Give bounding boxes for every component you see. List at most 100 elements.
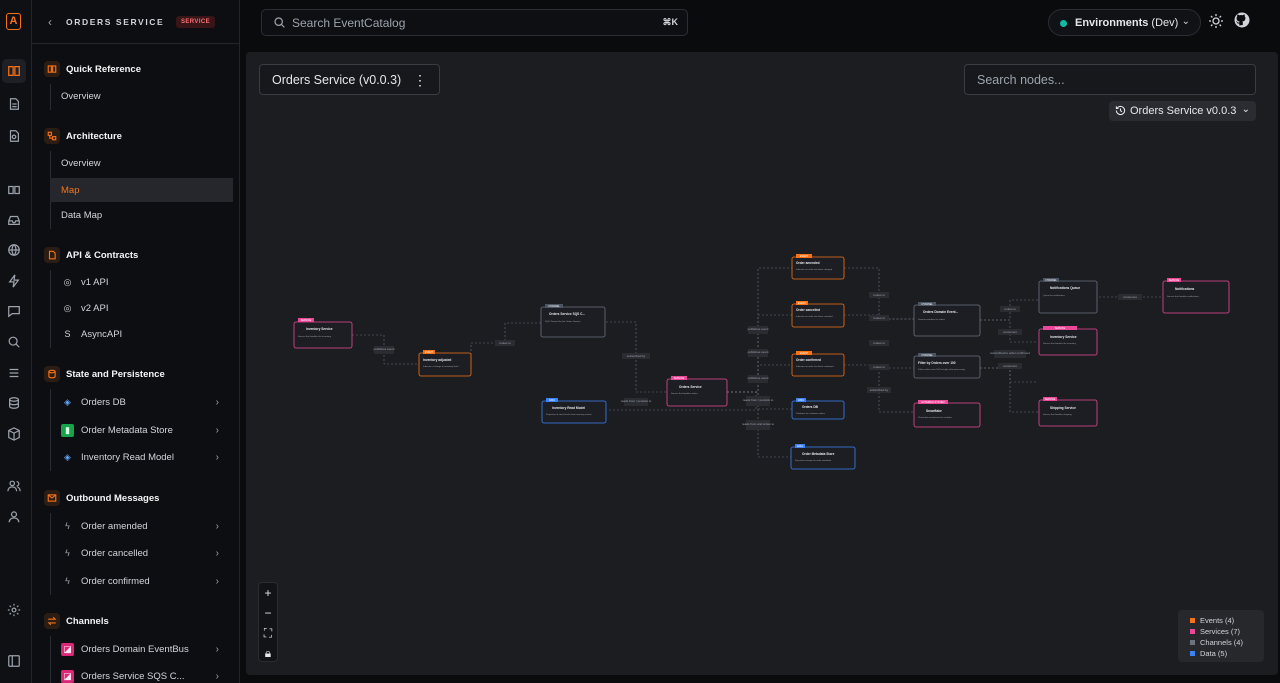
globe-icon[interactable] bbox=[7, 243, 21, 257]
nav-architecture-overview[interactable]: Overview bbox=[50, 151, 233, 175]
node-order-cancelled[interactable]: EVENT Order cancelled Indicates an order h… bbox=[791, 301, 845, 328]
node-order-metadata-store[interactable]: DATA Order Metadata Store Key-value storag… bbox=[790, 444, 856, 470]
github-icon[interactable] bbox=[1234, 12, 1252, 30]
sidebar-toggle-icon[interactable] bbox=[7, 654, 21, 668]
node-inventory-read-model[interactable]: DATA Inventory Read Model Projection of st… bbox=[541, 398, 607, 424]
version-label: Orders Service v0.0.3 bbox=[1130, 105, 1237, 117]
nav-asyncapi[interactable]: S AsyncAPI bbox=[50, 322, 233, 346]
legend-label: Channels (4) bbox=[1200, 638, 1243, 647]
zoom-controls: + − ⛶ 🔒︎ bbox=[258, 582, 278, 662]
nav-v1-api[interactable]: ◎ v1 API bbox=[50, 270, 233, 294]
chevron-down-icon: ⌄ bbox=[1241, 104, 1250, 115]
nav-quick-overview[interactable]: Overview bbox=[50, 84, 233, 108]
section-label: Channels bbox=[66, 615, 109, 627]
section-label: Outbound Messages bbox=[66, 492, 160, 504]
document-icon[interactable] bbox=[7, 97, 21, 111]
node-filter-orders-over-100[interactable]: CHANNEL Filter by Orders over 100 Filters … bbox=[913, 353, 981, 379]
node-desc: Indicates an order has been canceled bbox=[796, 315, 833, 318]
node-orders-sqs-channel[interactable]: CHANNEL Orders Service SQS C... SQS Channe… bbox=[540, 304, 606, 338]
node-notifications[interactable]: SERVICE Notifications Service that handles… bbox=[1162, 278, 1230, 314]
sidebar: ‹ ORDERS SERVICE SERVICE Quick Reference… bbox=[32, 0, 240, 683]
section-channels: Channels bbox=[44, 611, 109, 631]
node-orders-db[interactable]: DATA Orders DB Database for customer order… bbox=[791, 398, 845, 420]
node-badge: CHANNEL bbox=[921, 303, 933, 306]
edge-label: subscribed by bbox=[870, 388, 889, 392]
node-shipping-service[interactable]: SERVICE Shipping Service Service that hand… bbox=[1038, 397, 1098, 427]
message-icon[interactable] bbox=[7, 304, 21, 318]
node-title: Inventory Service bbox=[306, 327, 333, 331]
node-orders-domain-eventbus[interactable]: CHANNEL Orders Domain Event... Domain even… bbox=[913, 302, 981, 337]
book-icon[interactable] bbox=[2, 59, 26, 83]
node-desc: Indicates a change in inventory level bbox=[423, 365, 459, 368]
node-inventory-service-right[interactable]: SERVICE Inventory Service Service that han… bbox=[1038, 326, 1098, 356]
node-notifications-queue[interactable]: CHANNEL Notifications Queue Queue for noti… bbox=[1038, 278, 1098, 314]
inbox-icon[interactable] bbox=[7, 213, 21, 227]
node-desc: Service that handles orders bbox=[671, 392, 699, 395]
eventcatalog-logo[interactable]: A bbox=[6, 13, 21, 30]
more-vertical-icon[interactable]: ⋮ bbox=[413, 72, 427, 89]
nav-order-amended[interactable]: ϟ Order amended › bbox=[50, 514, 233, 538]
postgres-icon: ◈ bbox=[64, 451, 71, 462]
chevron-right-icon: › bbox=[215, 451, 219, 463]
node-title: Notifications bbox=[1175, 287, 1195, 291]
nav-inventory-read-model[interactable]: ◈ Inventory Read Model › bbox=[50, 445, 233, 469]
nav-label: Inventory Read Model bbox=[81, 451, 174, 463]
service-version-title[interactable]: Orders Service (v0.0.3) ⋮ bbox=[259, 64, 440, 95]
legend-item[interactable]: Data (5) bbox=[1190, 648, 1264, 659]
node-desc: Cloud data warehouse for analytics bbox=[918, 416, 953, 419]
nav-order-confirmed[interactable]: ϟ Order confirmed › bbox=[50, 569, 233, 593]
node-inventory-service-left[interactable]: SERVICE Inventory Service Service that han… bbox=[293, 318, 353, 349]
legend-item[interactable]: Channels (4) bbox=[1190, 637, 1264, 648]
nav-orders-sqs-channel[interactable]: ◪ Orders Service SQS C... › bbox=[50, 664, 233, 683]
node-order-confirmed[interactable]: EVENT Order confirmed Indicates an order h… bbox=[791, 351, 845, 377]
node-orders-service[interactable]: SERVICE Orders Service Service that handle… bbox=[666, 376, 728, 407]
node-title: Filter by Orders over 100 bbox=[918, 361, 956, 365]
list-icon[interactable] bbox=[7, 366, 21, 380]
layout-icon[interactable] bbox=[7, 183, 21, 197]
zap-icon[interactable] bbox=[7, 274, 21, 288]
database-icon[interactable] bbox=[7, 396, 21, 410]
theme-toggle-sun-icon[interactable] bbox=[1208, 13, 1224, 29]
plus-icon[interactable]: + bbox=[259, 583, 277, 603]
section-label: API & Contracts bbox=[66, 249, 139, 261]
lock-icon[interactable]: 🔒︎ bbox=[259, 643, 277, 663]
legend-item[interactable]: Services (7) bbox=[1190, 626, 1264, 637]
legend-item[interactable]: Events (4) bbox=[1190, 615, 1264, 626]
environment-selector[interactable]: Environments (Dev) ⌄ bbox=[1048, 9, 1201, 36]
architecture-map-canvas[interactable]: publishes event routes to subscribed by … bbox=[246, 52, 1278, 675]
search-input[interactable]: Search EventCatalog ⌘K bbox=[261, 9, 688, 36]
node-inventory-adjusted[interactable]: EVENT Inventory adjusted Indicates a chang… bbox=[418, 350, 472, 377]
nav-orders-db[interactable]: ◈ Orders DB › bbox=[50, 390, 233, 414]
edge-label: reads from / persists to bbox=[621, 399, 652, 403]
package-icon[interactable] bbox=[7, 427, 21, 441]
nav-v2-api[interactable]: ◎ v2 API bbox=[50, 296, 233, 320]
nav-order-cancelled[interactable]: ϟ Order cancelled › bbox=[50, 541, 233, 565]
node-search-input[interactable]: Search nodes... bbox=[964, 64, 1256, 95]
zap-icon: ϟ bbox=[65, 521, 70, 531]
nav-orders-domain-eventbus[interactable]: ◪ Orders Domain EventBus › bbox=[50, 637, 233, 661]
chevron-left-icon[interactable]: ‹ bbox=[48, 15, 52, 29]
minus-icon[interactable]: − bbox=[259, 603, 277, 623]
nav-order-metadata-store[interactable]: ▮ Order Metadata Store › bbox=[50, 418, 233, 442]
node-badge: CHANNEL bbox=[1045, 279, 1057, 282]
edge-label: routes to bbox=[1004, 307, 1016, 311]
fit-view-icon[interactable]: ⛶ bbox=[259, 623, 277, 643]
nav-map[interactable]: Map bbox=[50, 178, 233, 202]
node-order-amended[interactable]: EVENT Order amended Indicates an order has… bbox=[791, 254, 845, 280]
chevron-right-icon: › bbox=[215, 643, 219, 655]
settings-icon[interactable] bbox=[7, 603, 21, 617]
zap-icon: ϟ bbox=[65, 576, 70, 586]
users-icon[interactable] bbox=[7, 479, 21, 493]
edge-label: subscribed by bbox=[627, 354, 646, 358]
search-icon[interactable] bbox=[7, 335, 21, 349]
version-selector[interactable]: Orders Service v0.0.3 ⌄ bbox=[1109, 101, 1256, 121]
node-badge: EVENT bbox=[800, 255, 809, 258]
sidebar-title: ORDERS SERVICE bbox=[66, 17, 165, 27]
node-badge: SERVICE bbox=[301, 319, 312, 322]
node-desc: Database for customer orders bbox=[796, 412, 826, 415]
edge bbox=[980, 367, 1038, 413]
file-search-icon[interactable] bbox=[7, 129, 21, 143]
nav-data-map[interactable]: Data Map bbox=[50, 203, 233, 227]
node-snowflake[interactable]: EXTERNAL SYSTEM Snowflake Cloud data wareh… bbox=[913, 400, 981, 428]
user-icon[interactable] bbox=[7, 510, 21, 524]
